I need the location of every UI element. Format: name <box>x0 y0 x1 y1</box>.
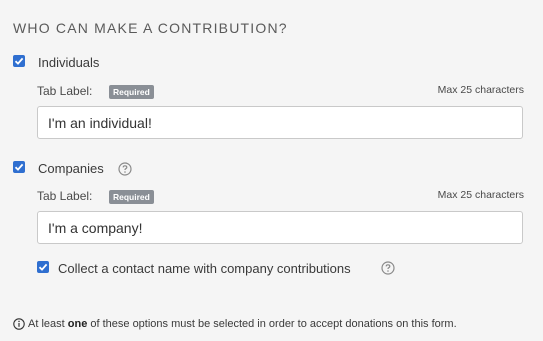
individuals-tab-label: Tab Label: <box>37 84 93 98</box>
contact-name-label[interactable]: Collect a contact name with company cont… <box>58 261 351 276</box>
contact-name-checkbox[interactable] <box>37 261 49 273</box>
section-title: WHO CAN MAKE A CONTRIBUTION? <box>13 20 288 36</box>
checkmark-icon <box>14 163 24 171</box>
footer-text-before: At least <box>28 318 68 330</box>
companies-tab-label: Tab Label: <box>37 189 93 203</box>
checkmark-icon <box>38 263 48 271</box>
footer-note: At least one of these options must be se… <box>13 318 457 330</box>
individuals-required-badge: Required <box>109 85 154 99</box>
individuals-label[interactable]: Individuals <box>38 55 99 70</box>
info-circle-icon <box>13 318 25 330</box>
companies-tab-label-input[interactable] <box>37 211 523 244</box>
footer-text-after: of these options must be selected in ord… <box>87 318 457 330</box>
companies-label[interactable]: Companies <box>38 161 104 176</box>
individuals-tab-label-input[interactable] <box>37 106 523 139</box>
companies-required-badge: Required <box>109 190 154 204</box>
checkmark-icon <box>14 57 24 65</box>
question-circle-icon[interactable] <box>118 162 132 176</box>
question-circle-icon[interactable] <box>381 261 395 275</box>
companies-max-chars: Max 25 characters <box>437 189 524 201</box>
footer-emphasis: one <box>67 318 88 330</box>
companies-checkbox[interactable] <box>13 161 25 173</box>
individuals-checkbox[interactable] <box>13 55 25 67</box>
individuals-max-chars: Max 25 characters <box>437 84 524 96</box>
